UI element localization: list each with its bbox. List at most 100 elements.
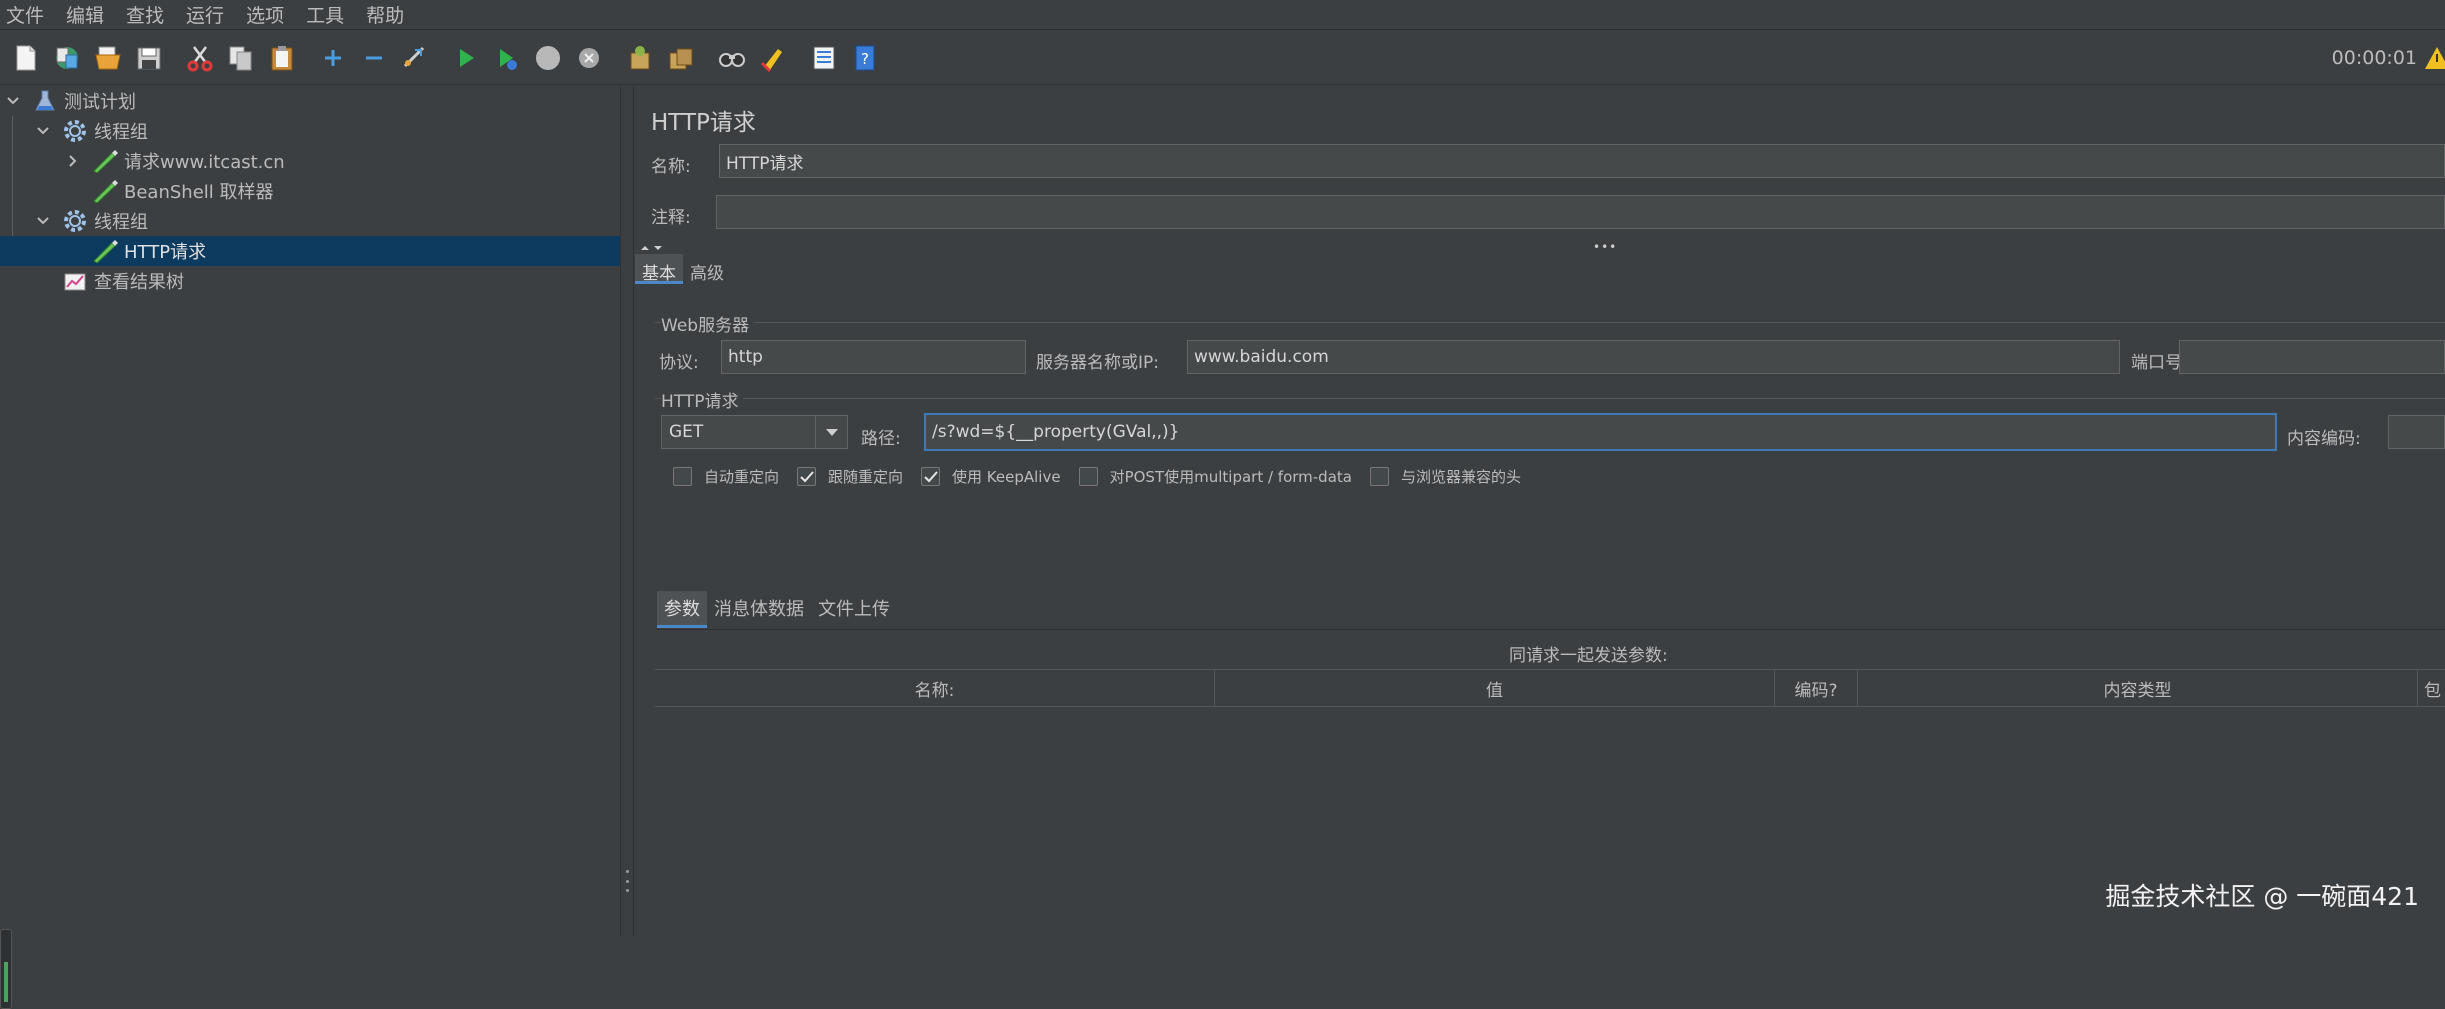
redirect-options: 自动重定向 跟随重定向 使用 KeepAlive 对POST使用multipar… [673,466,1539,487]
splitter-grip-icon[interactable] [626,870,629,892]
encoding-label: 内容编码: [2287,429,2361,449]
checkbox-box[interactable] [1369,467,1389,486]
column-header-include[interactable]: 包 [2418,670,2445,706]
tab-parameters[interactable]: 参数 [657,591,707,628]
menu-file[interactable]: 文件 [6,1,44,28]
checkbox-box[interactable] [921,467,941,486]
sampler-pen-icon [92,178,118,204]
column-header-content-type[interactable]: 内容类型 [1858,670,2418,706]
tree-item-beanshell-sampler[interactable]: BeanShell 取样器 [0,176,620,206]
tree-item-label: 查看结果树 [94,272,184,293]
port-field[interactable] [2179,340,2445,374]
tree-item-label: 请求www.itcast.cn [124,152,285,173]
menu-run[interactable]: 运行 [186,1,224,28]
warning-icon[interactable] [2425,45,2445,75]
tree-item-label: 测试计划 [64,92,136,113]
reset-search-icon[interactable] [755,40,791,76]
checkmark-icon [923,470,938,482]
tree-item-label: 线程组 [94,122,148,143]
chevron-right-icon[interactable] [64,152,82,170]
encoding-field[interactable] [2388,415,2445,449]
chevron-down-icon[interactable] [34,122,52,140]
expand-icon[interactable] [315,40,351,76]
clear-all-icon[interactable] [663,40,699,76]
tree-item-request-itcast[interactable]: 请求www.itcast.cn [0,146,620,176]
tab-body-data[interactable]: 消息体数据 [707,591,811,628]
menu-help[interactable]: 帮助 [366,1,404,28]
start-no-pause-icon[interactable] [489,40,525,76]
method-value: GET [669,422,704,442]
params-caption: 同请求一起发送参数: [1509,646,1668,666]
http-request-group-title: HTTP请求 [661,387,743,412]
web-server-group-title: Web服务器 [661,311,754,336]
checkbox-box[interactable] [673,467,692,486]
multipart-checkbox[interactable]: 对POST使用multipart / form-data [1078,466,1352,487]
shutdown-icon[interactable] [571,40,607,76]
chart-icon [62,268,88,294]
new-icon[interactable] [8,40,44,76]
keepalive-checkbox[interactable]: 使用 KeepAlive [921,466,1061,487]
column-header-name[interactable]: 名称: [655,670,1215,706]
tree-item-label: 线程组 [94,212,148,233]
comment-field[interactable] [716,195,2445,229]
follow-redirect-checkbox[interactable]: 跟随重定向 [797,466,903,487]
checkbox-box[interactable] [797,467,817,486]
cut-icon[interactable] [182,40,218,76]
chevron-down-icon[interactable] [34,212,52,230]
copy-icon[interactable] [223,40,259,76]
checkmark-icon [799,470,814,482]
tree-item-label: HTTP请求 [124,242,207,263]
browser-headers-checkbox[interactable]: 与浏览器兼容的头 [1369,466,1521,487]
menu-edit[interactable]: 编辑 [66,1,104,28]
menu-bar: 文件 编辑 查找 运行 选项 工具 帮助 [0,0,2445,30]
stop-icon[interactable] [530,40,566,76]
toggle-icon[interactable] [397,40,433,76]
checkbox-box[interactable] [1078,467,1098,486]
tab-advanced[interactable]: 高级 [683,254,731,284]
name-label: 名称: [651,157,691,177]
protocol-field[interactable]: http [721,340,1026,374]
sampler-pen-icon [92,148,118,174]
watermark: 掘金技术社区 @ 一碗面421 [2105,882,2419,911]
name-field[interactable]: HTTP请求 [719,144,2445,178]
paste-icon[interactable] [264,40,300,76]
chevron-down-icon[interactable] [4,92,22,110]
collapse-icon[interactable] [356,40,392,76]
method-select[interactable]: GET [661,415,848,449]
search-icon[interactable] [714,40,750,76]
menu-options[interactable]: 选项 [246,1,284,28]
tree-item-thread-group-2[interactable]: 线程组 [0,206,620,236]
tree-item-test-plan[interactable]: 测试计划 [0,86,620,116]
params-table-header: 名称: 值 编码? 内容类型 包 [655,669,2445,707]
open-icon[interactable] [90,40,126,76]
tab-file-upload[interactable]: 文件上传 [811,591,897,628]
elapsed-timer: 00:00:01 [2331,47,2417,69]
tree-item-http-request[interactable]: HTTP请求 [0,236,620,266]
toolbar: ? 00:00:01 [0,31,2445,85]
tree-item-thread-group[interactable]: 线程组 [0,116,620,146]
collapse-bar[interactable]: ••• [639,238,2445,254]
server-field[interactable]: www.baidu.com [1187,340,2120,374]
chevron-down-icon[interactable] [815,416,847,448]
collapse-arrows-icon[interactable] [639,243,669,253]
gear-icon [62,118,88,144]
clear-icon[interactable] [622,40,658,76]
tab-basic[interactable]: 基本 [635,254,683,284]
column-header-encode[interactable]: 编码? [1775,670,1858,706]
svg-text:?: ? [861,50,869,68]
save-icon[interactable] [131,40,167,76]
auto-redirect-checkbox[interactable]: 自动重定向 [673,466,779,487]
gear-icon [62,208,88,234]
function-helper-icon[interactable] [806,40,842,76]
path-field[interactable]: /s?wd=${__property(GVal,,)} [924,413,2277,451]
path-label: 路径: [861,429,901,449]
tree-item-view-results-tree[interactable]: 查看结果树 [0,266,620,296]
panel-splitter[interactable] [620,86,634,937]
start-icon[interactable] [448,40,484,76]
templates-icon[interactable] [49,40,85,76]
checkbox-label: 对POST使用multipart / form-data [1109,468,1352,486]
menu-search[interactable]: 查找 [126,1,164,28]
help-icon[interactable]: ? [847,40,883,76]
menu-tools[interactable]: 工具 [306,1,344,28]
column-header-value[interactable]: 值 [1215,670,1775,706]
